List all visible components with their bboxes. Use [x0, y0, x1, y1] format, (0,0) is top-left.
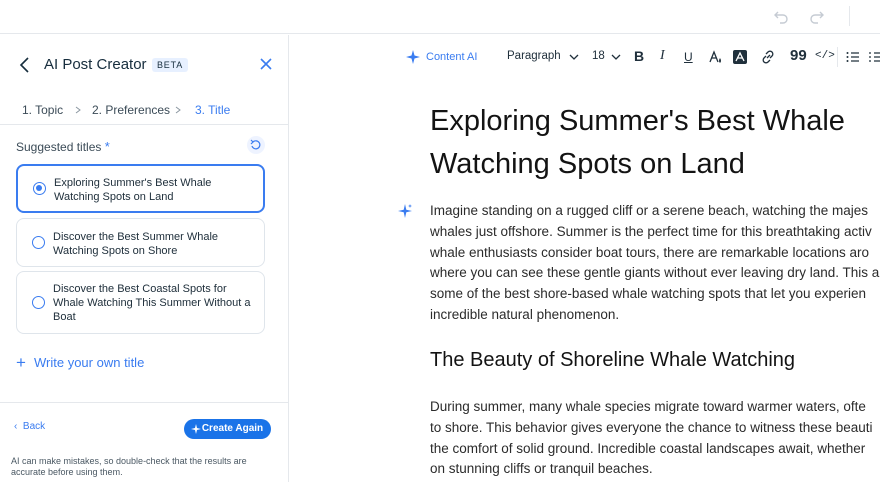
- text-line: to shore. This behavior gives everyone t…: [430, 419, 873, 435]
- document-canvas[interactable]: Exploring Summer's Best Whale Watching S…: [290, 80, 880, 482]
- body-paragraph[interactable]: During summer, many whale species migrat…: [430, 397, 880, 480]
- editor-toolbar: Content AI Paragraph 18 B I U 99 </>: [290, 35, 880, 79]
- close-icon[interactable]: [259, 57, 273, 71]
- sparkle-icon: [406, 50, 420, 64]
- write-own-title-label: Write your own title: [34, 355, 145, 370]
- plus-icon: +: [16, 353, 26, 372]
- paragraph-style-dropdown[interactable]: Paragraph: [507, 50, 561, 62]
- regenerate-button[interactable]: [247, 136, 265, 154]
- ai-post-creator-panel: AI Post Creator BETA 1. Topic 2. Prefere…: [0, 35, 289, 482]
- text-line: Imagine standing on a rugged cliff or a …: [430, 203, 869, 218]
- section-heading[interactable]: The Beauty of Shoreline Whale Watching: [430, 349, 795, 372]
- back-arrow-icon[interactable]: [18, 56, 32, 74]
- text-line: some of the best shore-based whale watch…: [430, 286, 867, 302]
- title-option-text: Exploring Summer's Best Whale Watching S…: [54, 177, 212, 203]
- radio-button[interactable]: [32, 236, 45, 249]
- required-mark: *: [104, 139, 110, 154]
- post-title-line: Exploring Summer's Best Whale: [430, 105, 845, 137]
- bold-icon[interactable]: B: [634, 48, 644, 64]
- chevron-left-icon: ‹: [14, 421, 18, 432]
- step-breadcrumb: 1. Topic 2. Preferences 3. Title: [0, 95, 289, 125]
- underline-icon[interactable]: U: [684, 50, 693, 64]
- code-icon[interactable]: </>: [815, 50, 835, 62]
- title-option-3[interactable]: Discover the Best Coastal Spots for Whal…: [16, 271, 265, 334]
- create-again-label: Create Again: [201, 423, 264, 434]
- text-line: whales just offshore. Summer is the perf…: [430, 223, 872, 239]
- radio-button[interactable]: [32, 296, 45, 309]
- text-line: whale enthusiasts consider boat tours, t…: [430, 244, 869, 260]
- post-title[interactable]: Exploring Summer's Best Whale Watching S…: [430, 100, 880, 186]
- text-line: on stunning cliffs or tranquil beaches.: [430, 461, 653, 477]
- text-line: incredible natural phenomenon.: [430, 306, 620, 322]
- sparkle-icon[interactable]: [398, 204, 412, 218]
- step-preferences[interactable]: 2. Preferences: [92, 103, 170, 117]
- footer-divider: [0, 402, 289, 403]
- top-bar: [0, 0, 880, 34]
- toolbar-divider: [837, 47, 838, 67]
- quote-icon[interactable]: 99: [790, 47, 807, 64]
- panel-title: AI Post Creator: [44, 56, 147, 73]
- back-button[interactable]: ‹ Back: [14, 421, 45, 432]
- create-again-button[interactable]: Create Again: [184, 419, 271, 439]
- sparkle-icon: [191, 424, 201, 434]
- title-option-2[interactable]: Discover the Best Summer Whale Watching …: [16, 218, 265, 267]
- chevron-right-icon: [75, 106, 81, 114]
- highlight-icon[interactable]: [732, 49, 748, 65]
- title-option-text: Discover the Best Summer Whale Watching …: [53, 231, 219, 257]
- beta-badge: BETA: [152, 58, 189, 72]
- redo-icon[interactable]: [808, 7, 826, 25]
- undo-icon[interactable]: [772, 7, 790, 25]
- topbar-divider: [849, 6, 850, 26]
- numbered-list-icon[interactable]: [868, 49, 880, 65]
- ai-disclaimer: AI can make mistakes, so double-check th…: [11, 456, 247, 477]
- title-option-text: Discover the Best Coastal Spots for Whal…: [53, 283, 251, 323]
- step-title[interactable]: 3. Title: [195, 103, 230, 117]
- bulleted-list-icon[interactable]: [845, 49, 861, 65]
- radio-button[interactable]: [33, 182, 46, 195]
- intro-paragraph[interactable]: Imagine standing on a rugged cliff or a …: [430, 201, 880, 326]
- panel-header: AI Post Creator BETA: [0, 35, 289, 95]
- title-option-1[interactable]: Exploring Summer's Best Whale Watching S…: [16, 164, 265, 213]
- refresh-icon: [250, 139, 261, 150]
- text-color-icon[interactable]: [707, 49, 723, 65]
- link-icon[interactable]: [760, 49, 776, 65]
- text-line: where you can see these gentle giants wi…: [430, 265, 880, 281]
- suggested-titles-text: Suggested titles: [16, 140, 102, 154]
- chevron-down-icon[interactable]: [566, 49, 582, 65]
- chevron-down-icon[interactable]: [608, 49, 624, 65]
- content-ai-button[interactable]: Content AI: [426, 51, 477, 63]
- suggested-titles-label: Suggested titles *: [16, 139, 110, 154]
- write-own-title-button[interactable]: + Write your own title: [16, 353, 144, 373]
- text-line: the comfort of solid ground. Incredible …: [430, 440, 866, 456]
- italic-icon[interactable]: I: [660, 48, 665, 64]
- back-label: Back: [22, 421, 46, 432]
- text-line: During summer, many whale species migrat…: [430, 399, 866, 414]
- font-size-dropdown[interactable]: 18: [592, 50, 605, 62]
- chevron-right-icon: [175, 106, 181, 114]
- post-title-line: Watching Spots on Land: [430, 148, 745, 180]
- step-topic[interactable]: 1. Topic: [22, 103, 63, 117]
